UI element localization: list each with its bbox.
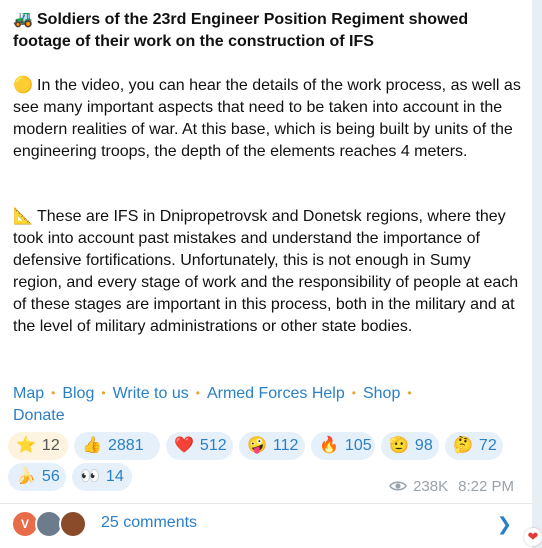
reactions-row-1: ⭐ 12 👍 2881 ❤️ 512 🤪 112 🔥 105 🫡 98 🤔 72 [8,432,528,460]
reaction-eyes[interactable]: 👀 14 [72,463,132,491]
channel-post: 🚜 Soldiers of the 23rd Engineer Position … [0,0,532,548]
reaction-count: 12 [41,437,60,454]
footer-links: Map • Blog • Write to us • Armed Forces Help • S… [13,382,523,427]
post-title: 🚜 Soldiers of the 23rd Engineer Position … [13,9,523,53]
reaction-count: 512 [199,437,227,454]
link-donate[interactable]: Donate [13,407,65,424]
post-paragraph-2-text: These are IFS in Dnipropetrovsk and Done… [13,208,519,335]
reaction-count: 2881 [108,437,144,454]
reaction-banana[interactable]: 🍌 56 [8,463,66,491]
comments-button[interactable]: V 25 comments ❯ [0,504,532,548]
eye-icon [389,481,408,491]
thumbs-up-icon: 👍 [82,437,102,454]
heart-icon: ❤️ [174,437,194,454]
reaction-heart[interactable]: ❤️ 512 [166,432,233,460]
link-armed-forces-help[interactable]: Armed Forces Help [207,385,345,402]
yellow-dot-icon: 🟡 [13,77,33,94]
chevron-right-icon: ❯ [496,514,512,534]
link-separator: • [351,386,356,400]
excavator-icon: 🚜 [13,11,33,28]
link-separator: • [101,386,106,400]
comments-label: 25 comments [101,514,198,531]
fire-icon: 🔥 [319,437,339,454]
thinking-face-icon: 🤔 [453,437,473,454]
post-meta: 238K 8:22 PM [389,476,514,496]
post-time: 8:22 PM [458,477,514,495]
link-write-to-us[interactable]: Write to us [113,385,189,402]
link-map[interactable]: Map [13,385,44,402]
reaction-count: 14 [105,468,124,485]
reaction-count: 72 [478,437,497,454]
post-paragraph-1-text: In the video, you can hear the details o… [13,77,521,160]
reaction-count: 98 [414,437,433,454]
reaction-thumbs-up[interactable]: 👍 2881 [74,432,160,460]
reaction-star[interactable]: ⭐ 12 [8,432,68,460]
reaction-fire[interactable]: 🔥 105 [311,432,375,460]
zany-face-icon: 🤪 [247,437,267,454]
reaction-count: 56 [41,468,60,485]
post-title-text: Soldiers of the 23rd Engineer Position R… [13,11,469,50]
link-separator: • [195,386,200,400]
banana-icon: 🍌 [16,468,36,485]
heart-badge-icon[interactable]: ❤ [524,528,542,546]
reaction-salute[interactable]: 🫡 98 [381,432,439,460]
avatar [59,510,87,538]
post-paragraph-2: 📐 These are IFS in Dnipropetrovsk and Don… [13,206,523,338]
view-count: 238K [413,477,449,495]
link-separator: • [51,386,56,400]
link-shop[interactable]: Shop [363,385,400,402]
reaction-thinking[interactable]: 🤔 72 [445,432,503,460]
reaction-count: 112 [272,437,299,454]
eyes-icon: 👀 [80,468,100,485]
scrollbar-track[interactable] [532,0,542,548]
star-icon: ⭐ [16,437,36,454]
reaction-count: 105 [344,437,372,454]
post-paragraph-1: 🟡 In the video, you can hear the details … [13,75,523,163]
reaction-zany-face[interactable]: 🤪 112 [239,432,305,460]
triangle-ruler-icon: 📐 [13,208,33,225]
salute-icon: 🫡 [389,437,409,454]
link-separator: • [407,386,412,400]
link-blog[interactable]: Blog [62,385,94,402]
